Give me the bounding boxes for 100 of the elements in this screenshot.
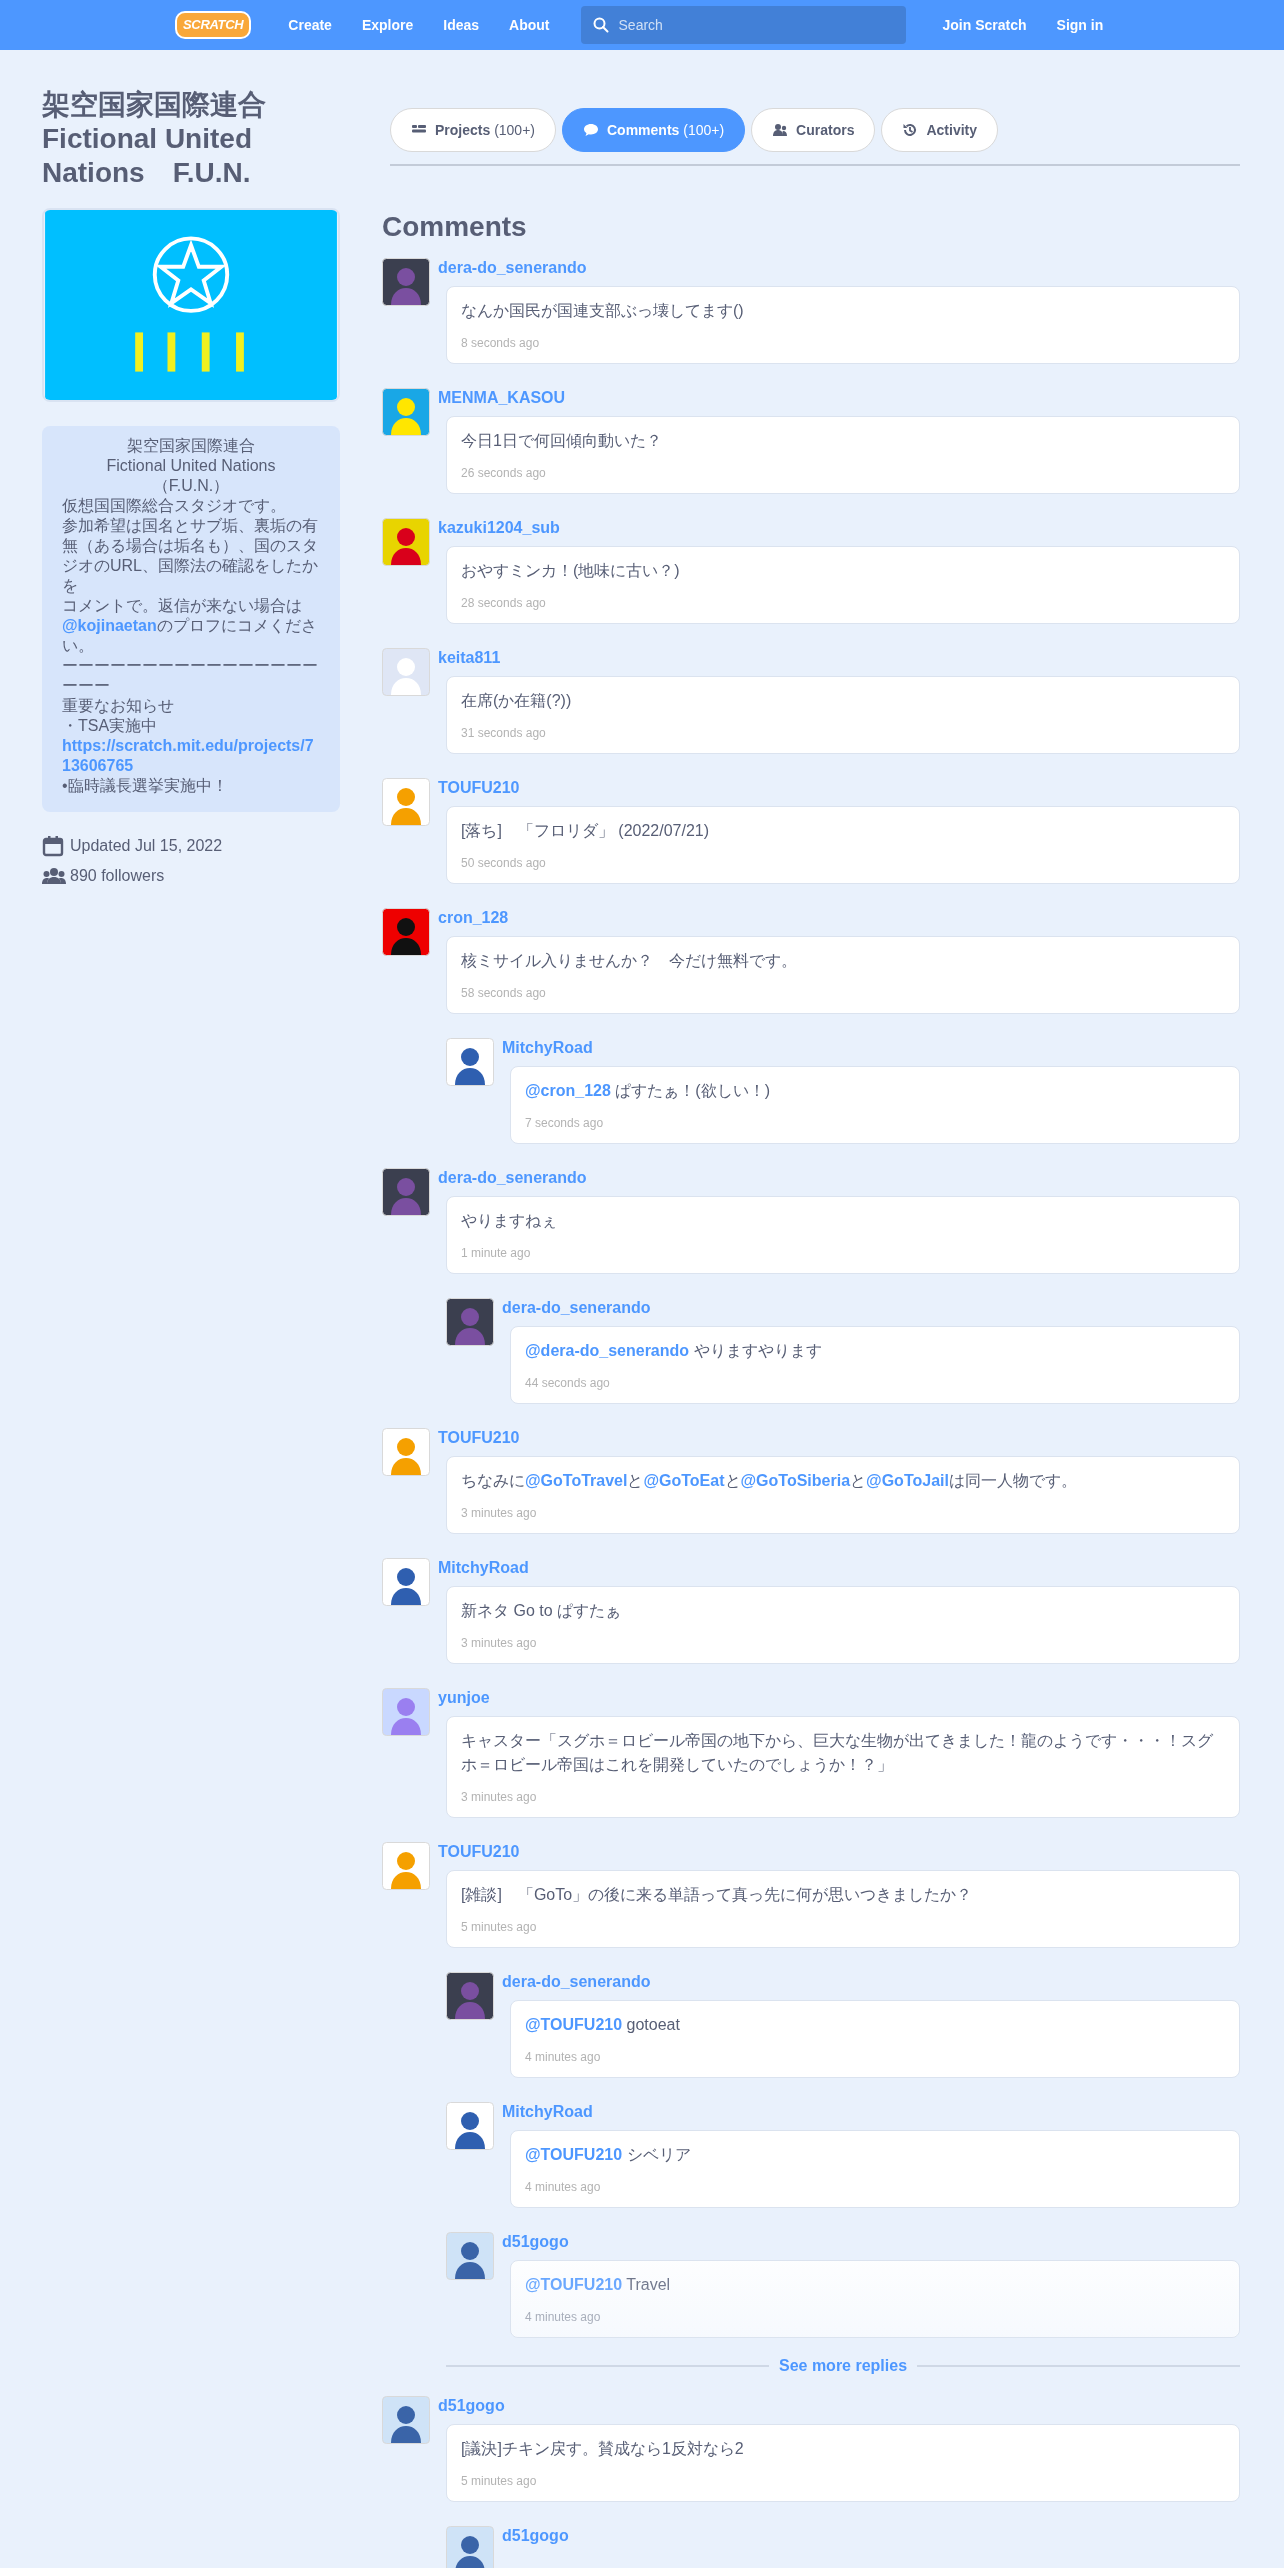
mention-link[interactable]: @TOUFU210 bbox=[525, 2016, 623, 2033]
username-link[interactable]: d51gogo bbox=[502, 2526, 569, 2546]
mention-link[interactable]: @cron_128 bbox=[525, 1082, 611, 1099]
comment-text: @TOUFU210 シベリア bbox=[525, 2145, 692, 2165]
nav-link[interactable]: Ideas bbox=[428, 14, 495, 36]
comment-text: [雑談] 「GoTo」の後に来る単語って真っ先に何が思いつきましたか？ bbox=[461, 1885, 974, 1905]
nav-link[interactable]: Join Scratch bbox=[927, 14, 1042, 36]
search-field[interactable]: Search bbox=[580, 6, 906, 44]
username-link[interactable]: dera-do_senerando bbox=[502, 1972, 651, 1992]
tab[interactable]: Curators bbox=[751, 108, 876, 152]
username-link[interactable]: TOUFU210 bbox=[438, 1428, 520, 1448]
timestamp: 8 seconds ago bbox=[461, 335, 540, 351]
avatar bbox=[446, 2102, 494, 2150]
timestamp: 4 minutes ago bbox=[525, 2049, 601, 2065]
logo[interactable]: SCRATCH bbox=[175, 11, 252, 39]
description-text: （F.U.N.） bbox=[151, 476, 231, 496]
timestamp: 31 seconds ago bbox=[461, 725, 546, 741]
avatar bbox=[382, 778, 430, 826]
timestamp: 4 minutes ago bbox=[525, 2179, 601, 2195]
search-icon bbox=[592, 17, 609, 33]
username-link[interactable]: kazuki1204_sub bbox=[438, 518, 560, 538]
mention-link[interactable]: @GoToJail bbox=[866, 1472, 949, 1489]
description-text: コメントで。返信が来ない場合は @kojinaetanのプロフにコメください。 bbox=[62, 596, 318, 656]
comment-text: キャスター「スグホ＝ロビール帝国の地下から、巨大な生物が出てきました！龍のようです・・・！スグホ＝ロビール帝国はこれを開発していたのでしょうか！？」 bbox=[461, 1731, 1214, 1775]
username-link[interactable]: TOUFU210 bbox=[438, 778, 520, 798]
timestamp: 5 minutes ago bbox=[461, 2473, 537, 2489]
avatar bbox=[382, 2396, 430, 2444]
username-link[interactable]: cron_128 bbox=[438, 908, 509, 928]
nav-link[interactable]: Sign in bbox=[1041, 14, 1119, 36]
username-link[interactable]: keita811 bbox=[438, 648, 501, 668]
comment-text: @cron_128 ぱすたぁ！(欲しい！) bbox=[525, 1081, 771, 1101]
mention-link[interactable]: @GoToSiberia bbox=[740, 1472, 851, 1489]
mention-link[interactable]: @kojinaetan bbox=[62, 617, 157, 634]
timestamp: 26 seconds ago bbox=[461, 465, 546, 481]
avatar bbox=[446, 1038, 494, 1086]
avatar bbox=[382, 648, 430, 696]
username-link[interactable]: MENMA_KASOU bbox=[438, 388, 566, 408]
mention-link[interactable]: @TOUFU210 bbox=[525, 2146, 623, 2163]
avatar bbox=[382, 1842, 430, 1890]
timestamp: 1 minute ago bbox=[461, 1245, 531, 1261]
username-link[interactable]: d51gogo bbox=[438, 2396, 505, 2416]
username-link[interactable]: dera-do_senerando bbox=[438, 1168, 587, 1188]
avatar bbox=[382, 518, 430, 566]
timestamp: 3 minutes ago bbox=[461, 1635, 537, 1651]
comment-text: 今日1日で何回傾向動いた？ bbox=[461, 431, 663, 451]
description-text: 架空国家国際連合 bbox=[126, 436, 256, 456]
speech-bubble-icon bbox=[583, 122, 599, 138]
timestamp: 5 minutes ago bbox=[461, 1919, 537, 1935]
url-link[interactable]: https://scratch.mit.edu/projects/713606765 bbox=[62, 736, 320, 776]
username-link[interactable]: dera-do_senerando bbox=[438, 258, 587, 278]
timestamp: 58 seconds ago bbox=[461, 985, 546, 1001]
username-link[interactable]: MitchyRoad bbox=[502, 1038, 593, 1058]
updated-date: Updated Jul 15, 2022 bbox=[70, 836, 223, 856]
tab[interactable]: Comments (100+) bbox=[562, 108, 746, 152]
nav-link[interactable]: Create bbox=[273, 14, 347, 36]
avatar bbox=[382, 258, 430, 306]
description-text: ・TSA実施中 bbox=[62, 716, 159, 736]
username-link[interactable]: TOUFU210 bbox=[438, 1842, 520, 1862]
mention-link[interactable]: @dera-do_senerando bbox=[525, 1342, 690, 1359]
section-heading: Comments bbox=[382, 210, 528, 244]
comment-text: [議決]チキン戻す。賛成なら1反対なら2 bbox=[461, 2439, 745, 2459]
mention-link[interactable]: @GoToTravel bbox=[525, 1472, 628, 1489]
avatar bbox=[382, 1558, 430, 1606]
username-link[interactable]: MitchyRoad bbox=[438, 1558, 529, 1578]
tab[interactable]: Projects (100+) bbox=[390, 108, 556, 152]
avatar bbox=[382, 1688, 430, 1736]
follower-count: 890 followers bbox=[70, 866, 165, 886]
mention-link[interactable]: @TOUFU210 bbox=[525, 2276, 623, 2293]
timestamp: 7 seconds ago bbox=[525, 1115, 604, 1131]
mention-link[interactable]: @GoToEat bbox=[643, 1472, 725, 1489]
nav-link[interactable]: About bbox=[494, 14, 565, 36]
comment-text: @TOUFU210 Travel bbox=[525, 2275, 672, 2295]
username-link[interactable]: d51gogo bbox=[502, 2232, 569, 2252]
username-link[interactable]: MitchyRoad bbox=[502, 2102, 593, 2122]
comment-text: なんか国民が国連支部ぶっ壊してます() bbox=[461, 301, 745, 321]
studio-title: Nations F.U.N. bbox=[42, 156, 252, 190]
comment-text: @dera-do_senerando やりますやります bbox=[525, 1341, 823, 1361]
description-text: 参加希望は国名とサブ垢、裏垢の有無（ある場合は垢名も）、国のスタジオのURL、国際法の確認をしたかを bbox=[62, 516, 319, 596]
see-more-link[interactable]: See more replies bbox=[778, 2354, 908, 2378]
comment-text: [落ち] 「フロリダ」 (2022/07/21) bbox=[461, 821, 711, 841]
description-text: ーーーーーーーーーーーーーーーーーーー bbox=[62, 656, 319, 696]
timestamp: 3 minutes ago bbox=[461, 1789, 537, 1805]
timestamp: 4 minutes ago bbox=[525, 2309, 601, 2325]
avatar bbox=[382, 1428, 430, 1476]
avatar bbox=[382, 1168, 430, 1216]
comment-text: ちなみに@GoToTravelと@GoToEatと@GoToSiberiaと@GoToJailは同一人物です。 bbox=[461, 1471, 1078, 1491]
username-link[interactable]: yunjoe bbox=[438, 1688, 490, 1708]
tab[interactable]: Activity bbox=[881, 108, 999, 152]
studio-title: Fictional United bbox=[42, 122, 253, 156]
nav-link[interactable]: Explore bbox=[346, 14, 429, 36]
history-icon bbox=[902, 122, 919, 138]
avatar bbox=[446, 1298, 494, 1346]
avatar bbox=[382, 908, 430, 956]
description-text: 仮想国国際総合スタジオです。 bbox=[62, 496, 287, 516]
calendar-icon bbox=[42, 835, 64, 857]
comment-text: やりますねぇ bbox=[461, 1211, 558, 1231]
studio-title: 架空国家国際連合 bbox=[42, 88, 267, 122]
comment-text: @TOUFU210 gotoeat bbox=[525, 2015, 681, 2035]
username-link[interactable]: dera-do_senerando bbox=[502, 1298, 651, 1318]
people-icon bbox=[42, 867, 66, 885]
